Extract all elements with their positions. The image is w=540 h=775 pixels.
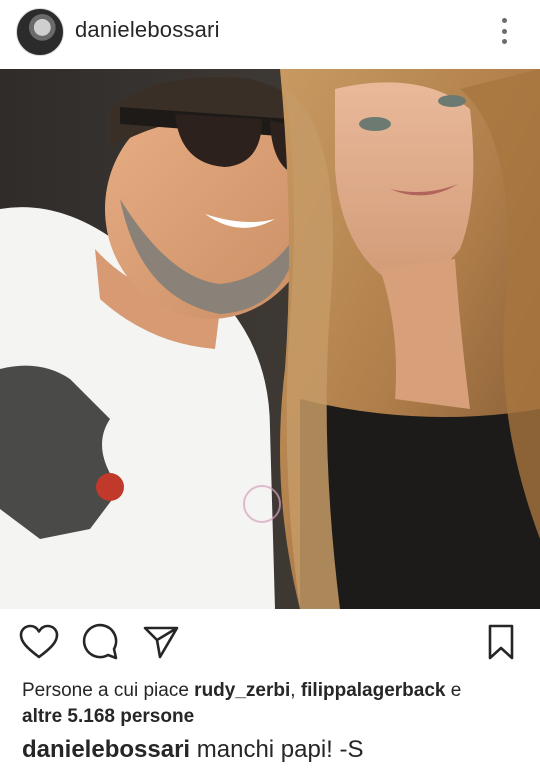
send-icon[interactable]	[139, 620, 183, 664]
liker-link[interactable]: filippalagerback	[301, 680, 446, 701]
post-caption: danielebossari manchi papi! -S	[22, 735, 522, 765]
bookmark-icon[interactable]	[479, 620, 523, 664]
likes-summary: Persone a cui piace rudy_zerbi, filippal…	[22, 678, 522, 730]
photo-illustration	[0, 69, 540, 609]
more-vertical-icon[interactable]	[494, 14, 514, 48]
caption-text: manchi papi! -S	[196, 736, 364, 763]
likes-count-link[interactable]: altre 5.168 persone	[22, 706, 194, 727]
post-username[interactable]: danielebossari	[75, 17, 220, 43]
liker-link[interactable]: rudy_zerbi	[194, 680, 290, 701]
likes-prefix: Persone a cui piace	[22, 680, 189, 701]
post-photo[interactable]	[0, 69, 540, 609]
avatar[interactable]	[16, 8, 64, 56]
likes-conjunction: e	[450, 680, 462, 701]
caption-username[interactable]: danielebossari	[22, 736, 190, 763]
comment-icon[interactable]	[78, 620, 122, 664]
post-header: danielebossari	[0, 0, 540, 66]
heart-icon[interactable]	[17, 620, 61, 664]
likes-separator: ,	[290, 680, 296, 701]
action-bar	[0, 620, 540, 668]
